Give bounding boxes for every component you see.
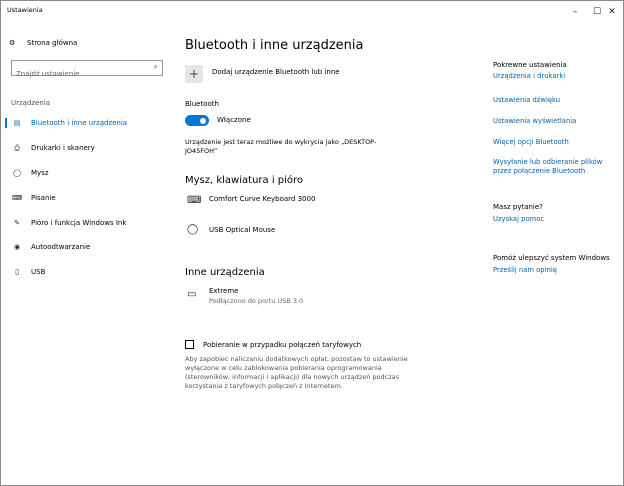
metered-description: Aby zapobiec naliczaniu dodatkowych opła… [185,355,408,390]
link-devices-printers[interactable]: Urządzenia i drukarki [493,72,621,81]
add-device-label[interactable]: Dodaj urządzenie Bluetooth lub inne [212,68,340,76]
sidebar-item-label: Pióro i funkcja Windows Ink [31,219,127,227]
drive-icon: ▭ [187,289,197,300]
sidebar: ⚙ Strona główna ⌕ Urządzenia ▤ Bluetooth i… [1,23,171,485]
active-indicator [5,118,7,128]
related-heading: Pokrewne ustawienia [493,61,567,69]
sidebar-item-label: Strona główna [27,39,78,47]
sidebar-item-label: Autoodtwarzanie [31,243,91,251]
improve-heading: Pomóż ulepszyć system Windows [493,254,610,262]
keyboard-icon: ⌨ [187,195,202,206]
link-sound-settings[interactable]: Ustawienia dźwięku [493,96,621,105]
link-feedback[interactable]: Prześlij nam opinię [493,266,621,275]
link-display-settings[interactable]: Ustawienia wyświetlania [493,117,621,126]
link-more-bluetooth[interactable]: Więcej opcji Bluetooth [493,138,621,147]
title-bar: Ustawienia – ☐ ✕ [1,1,623,23]
device-mouse[interactable]: USB Optical Mouse [209,226,275,234]
main-content: Bluetooth i inne urządzenia + Dodaj urzą… [171,23,471,485]
sidebar-item-home[interactable]: ⚙ Strona główna [9,39,77,47]
settings-window: Ustawienia – ☐ ✕ ⚙ Strona główna ⌕ Urządz… [0,0,624,486]
sidebar-item-pen[interactable]: ✎ Pióro i funkcja Windows Ink [1,215,171,231]
section-label-devices: Urządzenia [11,99,51,107]
sidebar-item-label: Bluetooth i inne urządzenia [31,119,128,127]
toggle-knob [200,117,206,124]
link-get-help[interactable]: Uzyskaj pomoc [493,215,621,224]
window-title: Ustawienia [7,6,43,14]
device-keyboard[interactable]: Comfort Curve Keyboard 3000 [209,195,315,203]
printer-icon: ⎙ [14,144,20,152]
sidebar-item-mouse[interactable]: ◯ Mysz [1,165,171,181]
bluetooth-toggle[interactable] [185,115,209,126]
related-settings-panel: Pokrewne ustawienia Urządzenia i drukark… [493,23,623,485]
sidebar-item-bluetooth[interactable]: ▤ Bluetooth i inne urządzenia [1,115,171,131]
close-button[interactable]: ✕ [601,1,623,23]
sidebar-item-typing[interactable]: ⌨ Pisanie [1,190,171,206]
search-input[interactable] [12,67,150,81]
question-heading: Masz pytanie? [493,203,543,211]
device-extreme-status: Podłączono do portu USB 3.0 [209,297,304,305]
usb-icon: ▯ [15,268,19,276]
sidebar-item-label: USB [31,268,46,276]
discoverable-text: Urządzenie jest teraz możliwe do wykryci… [185,138,377,155]
keyboard-icon: ⌨ [11,194,23,202]
bluetooth-state-label: Włączone [217,116,251,124]
section-title-other: Inne urządzenia [185,267,265,278]
devices-icon: ▤ [13,119,21,127]
sidebar-item-label: Pisanie [31,194,56,202]
metered-download-checkbox[interactable] [185,340,194,349]
page-title: Bluetooth i inne urządzenia [185,38,364,53]
sidebar-item-autoplay[interactable]: ◉ Autoodtwarzanie [1,239,171,255]
mouse-icon: ◯ [187,224,199,235]
gear-icon: ⚙ [9,39,16,47]
mouse-icon: ◯ [13,169,21,177]
minimize-button[interactable]: – [564,1,586,23]
device-extreme[interactable]: Extreme [209,287,238,295]
metered-download-label[interactable]: Pobieranie w przypadku połączeń taryfowy… [203,341,361,349]
add-device-button[interactable]: + [185,65,203,83]
sidebar-item-label: Drukarki i skanery [31,144,95,152]
section-title-input: Mysz, klawiatura i pióro [185,175,304,186]
link-bluetooth-file-transfer[interactable]: Wysyłanie lub odbieranie plików przez po… [493,158,621,176]
bluetooth-label: Bluetooth [185,100,219,108]
search-icon[interactable]: ⌕ [154,62,158,72]
search-box[interactable]: ⌕ [11,60,163,81]
pen-icon: ✎ [14,219,20,227]
sidebar-item-usb[interactable]: ▯ USB [1,264,171,280]
sidebar-item-printers[interactable]: ⎙ Drukarki i skanery [1,140,171,156]
autoplay-icon: ◉ [13,243,21,251]
sidebar-item-label: Mysz [31,169,49,177]
